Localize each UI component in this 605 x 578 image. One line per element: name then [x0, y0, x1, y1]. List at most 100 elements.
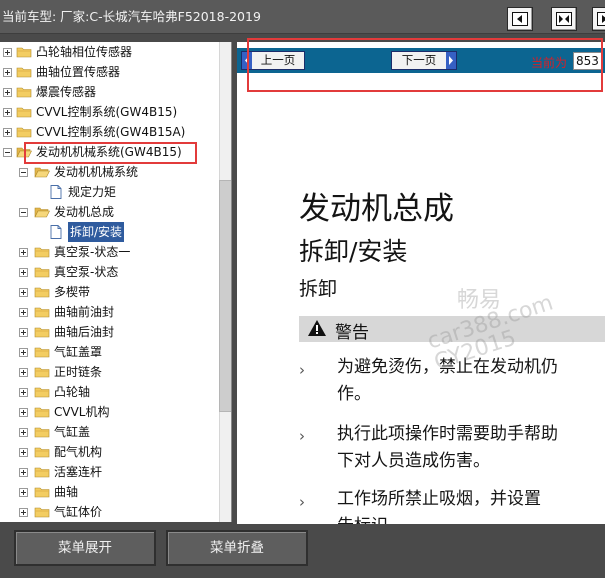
- expand-node-icon[interactable]: [19, 368, 28, 377]
- expand-node-icon[interactable]: [3, 108, 12, 117]
- expand-node-icon[interactable]: [19, 308, 28, 317]
- folder-icon: [34, 287, 50, 298]
- folder-icon: [34, 487, 50, 498]
- collapse-node-icon[interactable]: [3, 148, 12, 157]
- nav-highlight-box: [247, 38, 603, 92]
- tree-item[interactable]: 多楔带: [0, 282, 218, 302]
- folder-icon: [34, 367, 50, 378]
- tree-item[interactable]: 正时链条: [0, 362, 218, 382]
- expand-node-icon[interactable]: [19, 488, 28, 497]
- warning-title: 警告: [335, 323, 369, 343]
- tree-panel[interactable]: 凸轮轴相位传感器曲轴位置传感器爆震传感器 CVVL控制系统(GW4B15) CVVL…: [0, 42, 232, 522]
- collapse-left-button[interactable]: [507, 7, 533, 31]
- collapse-right-icon: [597, 12, 605, 26]
- tree-item[interactable]: CVVL控制系统(GW4B15A): [0, 122, 218, 142]
- collapse-node-icon[interactable]: [19, 168, 28, 177]
- tree-item[interactable]: 气缸盖: [0, 422, 218, 442]
- bullet-icon: ›: [299, 361, 305, 379]
- expand-node-icon[interactable]: [3, 68, 12, 77]
- tree-item-label: 真空泵-状态一: [54, 245, 131, 259]
- tree-item[interactable]: 曲轴: [0, 482, 218, 502]
- tree-item[interactable]: 发动机总成: [0, 202, 218, 222]
- header-bar: 当前车型: 厂家:C-长城汽车哈弗F52018-2019: [0, 0, 605, 34]
- folder-icon: [34, 387, 50, 398]
- doc-title: 发动机总成: [299, 191, 454, 227]
- tree-item[interactable]: 凸轮轴相位传感器: [0, 42, 218, 62]
- folder-icon: [34, 307, 50, 318]
- tree-item-label: 正时链条: [54, 365, 103, 379]
- expand-node-icon[interactable]: [19, 508, 28, 517]
- document-icon: [50, 225, 62, 239]
- folder-icon: [34, 247, 50, 258]
- tree-item-label: 真空泵-状态: [54, 265, 119, 279]
- folder-icon: [34, 407, 50, 418]
- expand-node-icon[interactable]: [19, 268, 28, 277]
- expand-node-icon[interactable]: [19, 288, 28, 297]
- tree-item[interactable]: 发动机机械系统: [0, 162, 218, 182]
- bullet-icon: ›: [299, 493, 305, 511]
- expand-both-button[interactable]: [551, 7, 577, 31]
- tree-item[interactable]: 配气机构: [0, 442, 218, 462]
- tree-item[interactable]: CVVL机构: [0, 402, 218, 422]
- tree-item[interactable]: 真空泵-状态一: [0, 242, 218, 262]
- tree-item-label: 多楔带: [54, 285, 91, 299]
- folder-icon: [16, 127, 32, 138]
- folder-icon: [34, 347, 50, 358]
- paragraph-1-line-2: 作。: [337, 384, 371, 404]
- paragraph-3-line-2: 告标识: [337, 513, 388, 524]
- expand-node-icon[interactable]: [19, 388, 28, 397]
- paragraph-2-line-2: 下对人员造成伤害。: [337, 451, 490, 471]
- tree-scroll-thumb[interactable]: [219, 180, 231, 412]
- collapse-right-button[interactable]: [592, 7, 605, 31]
- document-icon: [50, 185, 62, 199]
- tree-item[interactable]: 规定力矩: [0, 182, 218, 202]
- tree-item[interactable]: 曲轴位置传感器: [0, 62, 218, 82]
- expand-node-icon[interactable]: [19, 348, 28, 357]
- expand-node-icon[interactable]: [19, 248, 28, 257]
- tree-item[interactable]: 凸轮轴: [0, 382, 218, 402]
- tree-item[interactable]: 拆卸/安装: [0, 222, 218, 242]
- folder-icon: [34, 467, 50, 478]
- folder-icon: [34, 427, 50, 438]
- expand-node-icon[interactable]: [19, 328, 28, 337]
- tree-item-label: CVVL机构: [54, 405, 110, 419]
- tree-item-label: 发动机总成: [54, 205, 115, 219]
- tree-item-label: 配气机构: [54, 445, 103, 459]
- tree-item[interactable]: 气缸盖罩: [0, 342, 218, 362]
- tree-item[interactable]: 曲轴后油封: [0, 322, 218, 342]
- expand-node-icon[interactable]: [19, 408, 28, 417]
- tree-item-label: 规定力矩: [68, 185, 117, 199]
- menu-expand-button[interactable]: 菜单展开: [14, 530, 156, 566]
- tree-item-label: 爆震传感器: [36, 85, 97, 99]
- menu-collapse-button[interactable]: 菜单折叠: [166, 530, 308, 566]
- collapse-node-icon[interactable]: [19, 208, 28, 217]
- folder-open-icon: [34, 207, 50, 218]
- doc-section: 拆卸: [299, 278, 338, 300]
- expand-node-icon[interactable]: [3, 48, 12, 57]
- document-panel[interactable]: 上一页 下一页 当前为 853 发动机总成 拆卸/安装 拆卸 警告 › 为避免烫…: [237, 42, 605, 524]
- tree-item[interactable]: 气缸体价: [0, 502, 218, 522]
- tree-item-label: 发动机机械系统: [54, 165, 139, 179]
- tree-item[interactable]: 真空泵-状态: [0, 262, 218, 282]
- tree-item-label: 曲轴后油封: [54, 325, 115, 339]
- tree-item-label: 气缸体价: [54, 505, 103, 519]
- paragraph-3-line-1: 工作场所禁止吸烟，并设置: [337, 489, 541, 509]
- bullet-icon: ›: [299, 427, 305, 445]
- expand-node-icon[interactable]: [3, 128, 12, 137]
- collapse-left-icon: [512, 12, 528, 26]
- tree-item[interactable]: CVVL控制系统(GW4B15): [0, 102, 218, 122]
- expand-node-icon[interactable]: [19, 448, 28, 457]
- tree-item-label: 气缸盖罩: [54, 345, 103, 359]
- expand-node-icon[interactable]: [19, 468, 28, 477]
- folder-icon: [34, 447, 50, 458]
- tree-item[interactable]: 曲轴前油封: [0, 302, 218, 322]
- tree-item-label: CVVL控制系统(GW4B15A): [36, 125, 186, 139]
- expand-node-icon[interactable]: [19, 428, 28, 437]
- tree-item-label: 凸轮轴: [54, 385, 91, 399]
- tree-item[interactable]: 爆震传感器: [0, 82, 218, 102]
- folder-icon: [16, 87, 32, 98]
- tree-item[interactable]: 活塞连杆: [0, 462, 218, 482]
- expand-node-icon[interactable]: [3, 88, 12, 97]
- tree-item-label: 凸轮轴相位传感器: [36, 45, 133, 59]
- doc-subtitle: 拆卸/安装: [299, 237, 408, 266]
